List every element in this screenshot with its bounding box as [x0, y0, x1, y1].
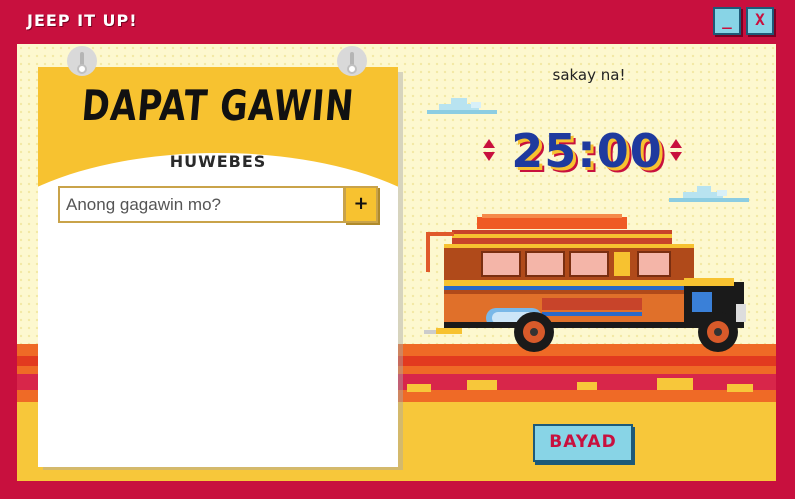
- notepad-title: DAPAT GAWIN: [79, 81, 357, 130]
- timer-increase-icon[interactable]: [670, 139, 682, 148]
- timer-decrease-icon[interactable]: [483, 152, 495, 161]
- app-window: JEEP IT UP! _ X DAPAT GAWIN HUWEBES Anon…: [0, 0, 795, 499]
- timer-increase-icon[interactable]: [483, 139, 495, 148]
- minimize-button[interactable]: _: [713, 7, 741, 35]
- main-stage: DAPAT GAWIN HUWEBES + sakay na! 25:00: [17, 44, 776, 481]
- ground-pixel: [577, 382, 597, 390]
- ground-pixel: [407, 384, 431, 392]
- add-task-button[interactable]: +: [344, 186, 378, 223]
- cloud-icon: [427, 98, 497, 114]
- app-title: JEEP IT UP!: [27, 11, 138, 30]
- title-bar[interactable]: JEEP IT UP! _ X: [0, 0, 795, 42]
- cloud-icon: [669, 186, 749, 202]
- ground-pixel: [467, 380, 497, 390]
- binder-ring-icon: [337, 46, 367, 76]
- ground-pixel: [727, 384, 753, 392]
- ground-pixel: [657, 378, 693, 390]
- pay-button[interactable]: BAYAD: [533, 424, 633, 462]
- jeepney-icon: [424, 214, 746, 352]
- day-label: HUWEBES: [169, 152, 267, 171]
- todo-notepad: DAPAT GAWIN HUWEBES +: [38, 67, 398, 467]
- close-button[interactable]: X: [746, 7, 774, 35]
- binder-ring-icon: [67, 46, 97, 76]
- timer-subtitle: sakay na!: [552, 66, 626, 84]
- timer-decrease-icon[interactable]: [670, 152, 682, 161]
- task-input[interactable]: [58, 186, 345, 223]
- timer-display: 25:00: [511, 124, 663, 178]
